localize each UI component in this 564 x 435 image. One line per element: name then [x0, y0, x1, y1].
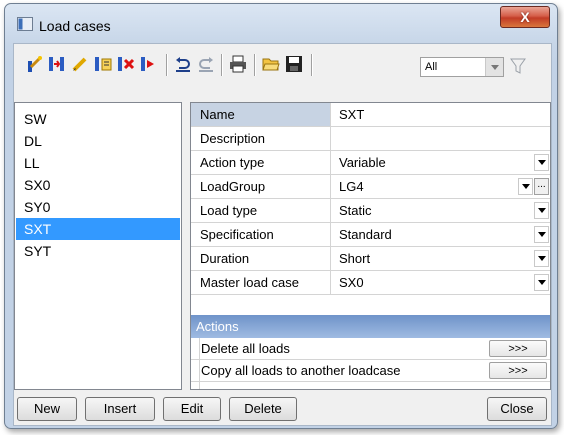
insert-icon[interactable]: [48, 55, 66, 73]
description-field[interactable]: [332, 127, 339, 150]
load-cases-window: Load cases X All SW DL LL SX0 SY0 SXT SY…: [4, 3, 558, 429]
list-item-selected[interactable]: SXT: [16, 218, 180, 240]
edit-icon[interactable]: [71, 55, 89, 73]
delete-icon[interactable]: [117, 55, 135, 73]
move-icon[interactable]: [140, 55, 158, 73]
edit-button[interactable]: Edit: [163, 397, 221, 421]
property-label: Description: [191, 127, 331, 150]
property-row-action-type: Action type Variable: [191, 151, 550, 175]
filter-value: All: [425, 61, 438, 73]
chevron-down-icon[interactable]: [534, 226, 549, 243]
delete-all-loads-button[interactable]: >>>: [489, 340, 547, 357]
property-row-specification: Specification Standard: [191, 223, 550, 247]
copy-all-loads-button[interactable]: >>>: [489, 362, 547, 379]
toolbar-separator: [254, 54, 256, 76]
actions-header: Actions: [191, 315, 550, 338]
new-button[interactable]: New: [17, 397, 77, 421]
toolbar: All: [14, 48, 551, 78]
chevron-down-icon[interactable]: [534, 250, 549, 267]
duration-value[interactable]: Short: [332, 247, 370, 270]
load-type-value[interactable]: Static: [332, 199, 372, 222]
list-item[interactable]: SYT: [16, 240, 180, 262]
property-row-description: Description: [191, 127, 550, 151]
property-label: Master load case: [191, 271, 331, 294]
insert-button[interactable]: Insert: [85, 397, 155, 421]
property-grid: Name SXT Description Action type Variabl…: [190, 102, 551, 390]
master-load-case-value[interactable]: SX0: [332, 271, 364, 294]
list-item[interactable]: DL: [16, 130, 180, 152]
action-row-delete-all-loads: Delete all loads >>>: [191, 338, 550, 360]
toolbar-separator: [166, 54, 168, 76]
action-type-value[interactable]: Variable: [332, 151, 386, 174]
property-row-name: Name SXT: [191, 103, 550, 127]
window-icon: [17, 17, 33, 31]
close-button[interactable]: Close: [487, 397, 547, 421]
window-title: Load cases: [39, 18, 111, 34]
load-case-list: SW DL LL SX0 SY0 SXT SYT: [14, 102, 182, 390]
chevron-down-icon[interactable]: [485, 58, 503, 76]
new-load-case-icon[interactable]: [25, 55, 43, 73]
property-label: Load type: [191, 199, 331, 222]
action-label: Copy all loads to another loadcase: [201, 363, 401, 378]
property-label: Name: [191, 103, 331, 126]
save-icon[interactable]: [285, 55, 303, 73]
property-row-duration: Duration Short: [191, 247, 550, 271]
dialog-client: All SW DL LL SX0 SY0 SXT SYT Name SXT De…: [13, 43, 552, 426]
property-label: Specification: [191, 223, 331, 246]
chevron-down-icon[interactable]: [534, 274, 549, 291]
chevron-down-icon[interactable]: [534, 202, 549, 219]
print-icon[interactable]: [229, 55, 247, 73]
action-row-copy-all-loads: Copy all loads to another loadcase >>>: [191, 360, 550, 382]
property-label: Duration: [191, 247, 331, 270]
name-field[interactable]: SXT: [332, 103, 364, 126]
list-item[interactable]: LL: [16, 152, 180, 174]
list-item[interactable]: SW: [16, 108, 180, 130]
filter-funnel-icon[interactable]: [510, 57, 526, 75]
undo-icon[interactable]: [174, 55, 192, 73]
property-label: Action type: [191, 151, 331, 174]
toolbar-separator: [311, 54, 313, 76]
chevron-down-icon[interactable]: [518, 178, 533, 195]
list-item[interactable]: SX0: [16, 174, 180, 196]
copy-icon[interactable]: [94, 55, 112, 73]
open-icon[interactable]: [262, 55, 280, 73]
delete-button[interactable]: Delete: [229, 397, 297, 421]
redo-icon[interactable]: [197, 55, 215, 73]
loadgroup-value[interactable]: LG4: [332, 175, 364, 198]
property-label: LoadGroup: [191, 175, 331, 198]
property-row-master-load-case: Master load case SX0: [191, 271, 550, 295]
property-row-load-type: Load type Static: [191, 199, 550, 223]
window-close-button[interactable]: X: [500, 6, 550, 28]
loadgroup-browse-button[interactable]: ...: [534, 178, 549, 195]
property-row-loadgroup: LoadGroup LG4 ...: [191, 175, 550, 199]
toolbar-separator: [221, 54, 223, 76]
filter-select[interactable]: All: [420, 57, 504, 77]
action-label: Delete all loads: [201, 341, 290, 356]
list-item[interactable]: SY0: [16, 196, 180, 218]
specification-value[interactable]: Standard: [332, 223, 392, 246]
chevron-down-icon[interactable]: [534, 154, 549, 171]
